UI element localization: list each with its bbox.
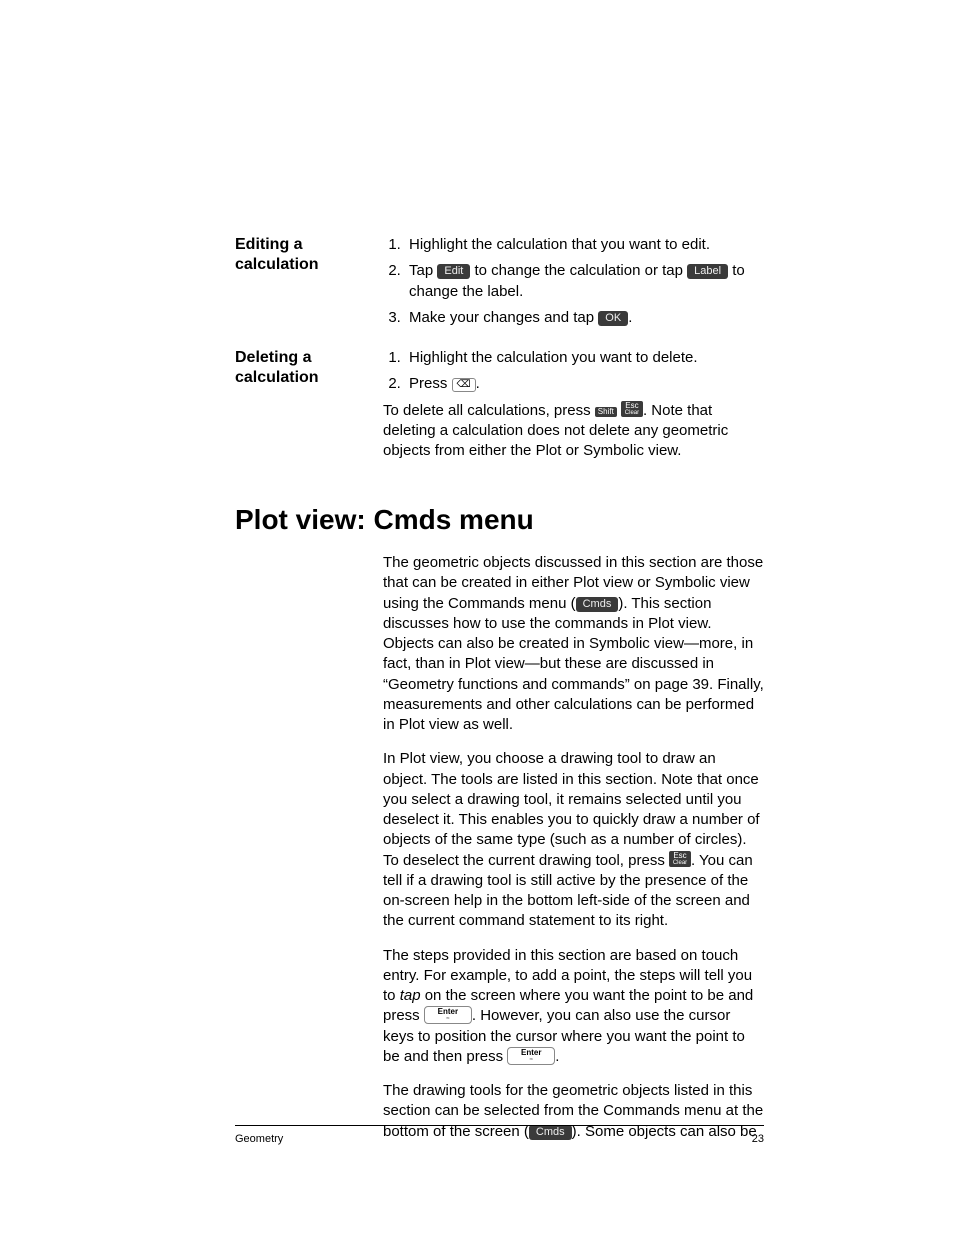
deleting-section: Deleting a calculation Highlight the cal…	[235, 348, 764, 475]
editing-step-3: Make your changes and tap OK.	[405, 308, 764, 328]
esc-key-icon: EscClear	[669, 851, 691, 867]
editing-step-1: Highlight the calculation that you want …	[405, 235, 764, 255]
label-softkey: Label	[687, 264, 728, 279]
section-para-1: The geometric objects discussed in this …	[383, 553, 764, 735]
editing-body: Highlight the calculation that you want …	[383, 235, 764, 334]
section-para-2: In Plot view, you choose a drawing tool …	[383, 749, 764, 931]
editing-heading: Editing a calculation	[235, 235, 383, 334]
footer-left: Geometry	[235, 1132, 283, 1147]
deleting-body: Highlight the calculation you want to de…	[383, 348, 764, 475]
deleting-note: To delete all calculations, press Shift …	[383, 401, 764, 462]
ok-softkey: OK	[598, 311, 628, 326]
tap-italic: tap	[400, 987, 421, 1004]
esc-key-icon: EscClear	[621, 401, 643, 417]
page-footer: Geometry 23	[235, 1125, 764, 1147]
edit-softkey: Edit	[437, 264, 470, 279]
delete-key-icon: ⌫	[452, 378, 476, 392]
section-body: The geometric objects discussed in this …	[383, 553, 764, 1142]
enter-key-icon: Enter≈	[507, 1047, 555, 1065]
cmds-softkey: Cmds	[576, 597, 619, 612]
editing-step-2: Tap Edit to change the calculation or ta…	[405, 261, 764, 302]
footer-page-number: 23	[752, 1132, 764, 1147]
enter-key-icon: Enter≈	[424, 1006, 472, 1024]
deleting-step-2: Press ⌫.	[405, 374, 764, 394]
section-body-row: The geometric objects discussed in this …	[235, 553, 764, 1142]
page: Editing a calculation Highlight the calc…	[0, 0, 954, 1235]
editing-section: Editing a calculation Highlight the calc…	[235, 235, 764, 334]
deleting-step-1: Highlight the calculation you want to de…	[405, 348, 764, 368]
shift-key-icon: Shift	[595, 407, 617, 417]
section-para-3: The steps provided in this section are b…	[383, 946, 764, 1068]
deleting-heading: Deleting a calculation	[235, 348, 383, 475]
section-title: Plot view: Cmds menu	[235, 501, 764, 539]
